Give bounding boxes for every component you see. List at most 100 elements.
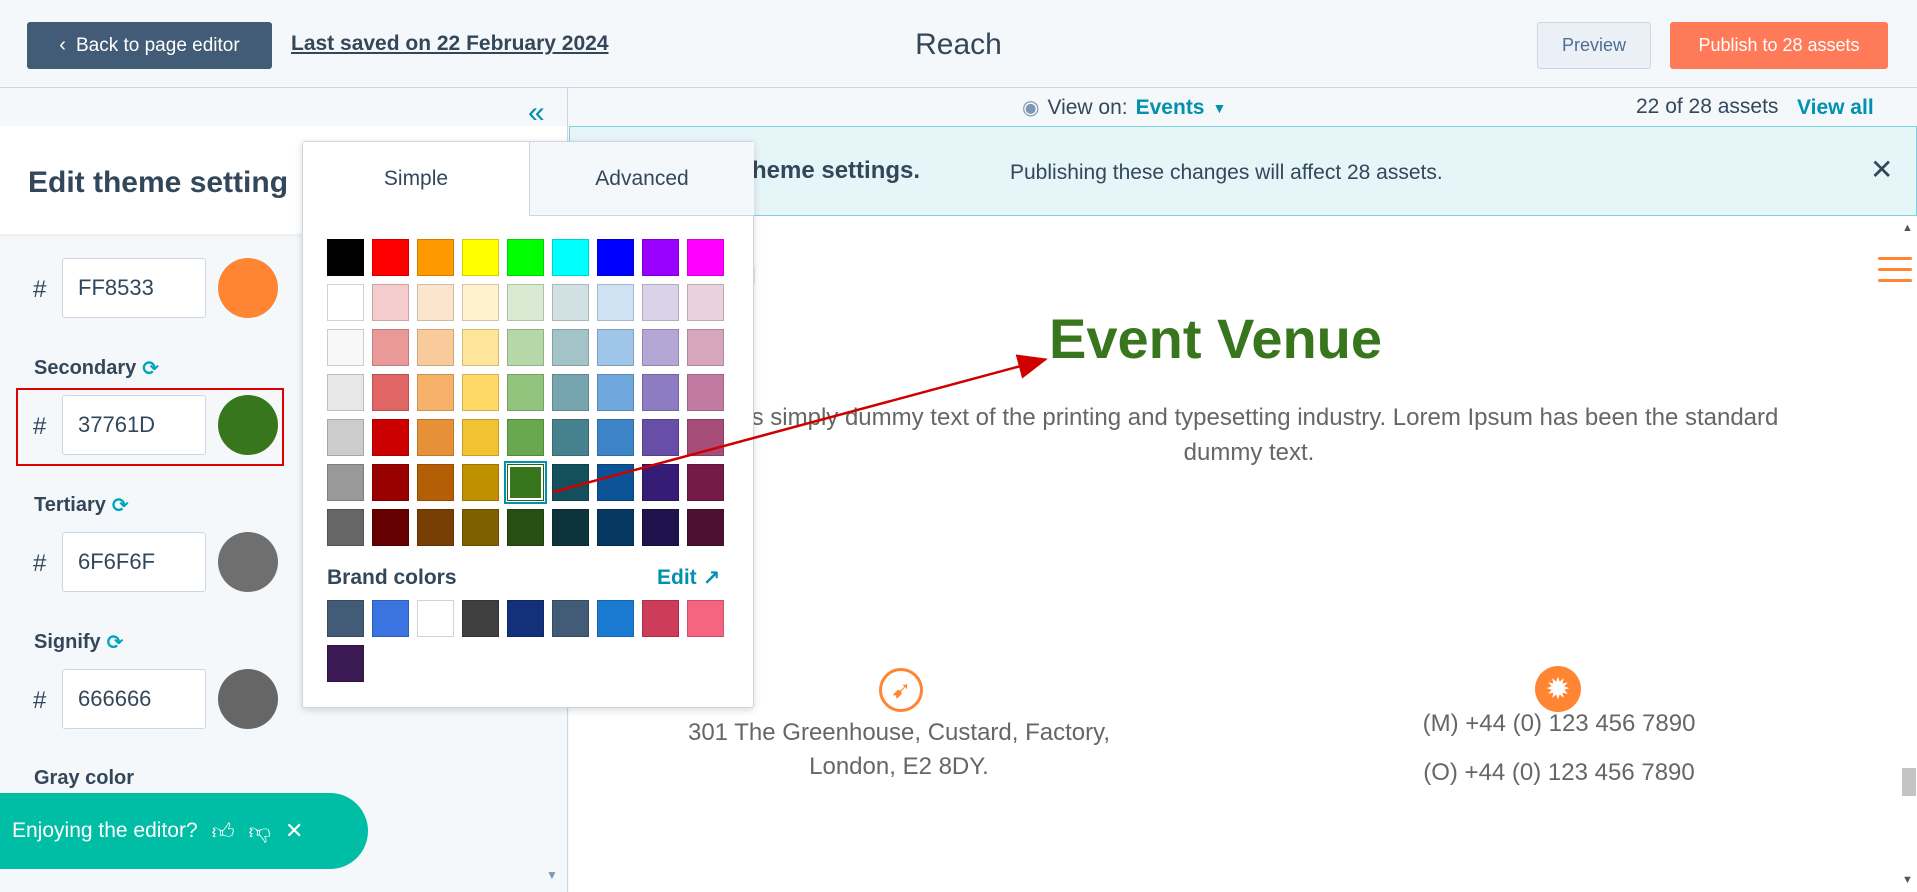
signify-color-swatch[interactable] <box>218 669 278 729</box>
palette-swatch[interactable] <box>417 509 454 546</box>
scroll-down-arrow-icon[interactable]: ▼ <box>1902 874 1913 886</box>
scrollbar-thumb[interactable] <box>1902 768 1916 796</box>
palette-swatch[interactable] <box>327 509 364 546</box>
palette-swatch[interactable] <box>462 284 499 321</box>
collapse-panel-icon[interactable]: « <box>528 96 545 130</box>
palette-swatch[interactable] <box>642 239 679 276</box>
palette-swatch[interactable] <box>687 239 724 276</box>
palette-swatch[interactable] <box>507 284 544 321</box>
palette-swatch[interactable] <box>417 374 454 411</box>
palette-swatch[interactable] <box>507 509 544 546</box>
palette-swatch[interactable] <box>597 239 634 276</box>
palette-swatch[interactable] <box>687 329 724 366</box>
tertiary-hex-input[interactable]: 6F6F6F <box>62 532 206 592</box>
palette-swatch[interactable] <box>687 374 724 411</box>
palette-swatch[interactable] <box>327 284 364 321</box>
palette-swatch[interactable] <box>687 284 724 321</box>
palette-swatch[interactable] <box>552 419 589 456</box>
palette-swatch[interactable] <box>642 374 679 411</box>
brand-color-swatch[interactable] <box>327 600 364 637</box>
palette-swatch[interactable] <box>597 419 634 456</box>
palette-swatch[interactable] <box>327 239 364 276</box>
palette-swatch[interactable] <box>507 329 544 366</box>
tab-simple[interactable]: Simple <box>303 142 529 216</box>
view-on-dropdown[interactable]: ◉ View on: Events ▼ <box>1022 95 1226 120</box>
palette-swatch[interactable] <box>597 374 634 411</box>
palette-swatch[interactable] <box>417 329 454 366</box>
thumbs-up-icon[interactable]: 👍︎ <box>212 818 235 845</box>
scroll-up-arrow-icon[interactable]: ▲ <box>1902 222 1913 234</box>
palette-swatch[interactable] <box>417 239 454 276</box>
palette-swatch[interactable] <box>504 461 547 504</box>
palette-swatch[interactable] <box>552 509 589 546</box>
brand-color-swatch[interactable] <box>687 600 724 637</box>
palette-swatch[interactable] <box>597 464 634 501</box>
signify-hex-input[interactable]: 666666 <box>62 669 206 729</box>
palette-swatch[interactable] <box>372 509 409 546</box>
palette-swatch[interactable] <box>417 464 454 501</box>
palette-swatch[interactable] <box>642 284 679 321</box>
palette-swatch[interactable] <box>327 329 364 366</box>
palette-swatch[interactable] <box>597 509 634 546</box>
palette-swatch[interactable] <box>372 284 409 321</box>
brand-color-swatch[interactable] <box>507 600 544 637</box>
close-icon[interactable]: ✕ <box>285 818 303 844</box>
palette-swatch[interactable] <box>687 509 724 546</box>
palette-swatch[interactable] <box>417 419 454 456</box>
back-to-page-editor-button[interactable]: ‹ Back to page editor <box>27 22 272 69</box>
palette-swatch[interactable] <box>552 464 589 501</box>
palette-swatch[interactable] <box>552 239 589 276</box>
palette-swatch[interactable] <box>372 329 409 366</box>
palette-swatch[interactable] <box>462 419 499 456</box>
palette-swatch[interactable] <box>462 239 499 276</box>
brand-color-swatch[interactable] <box>462 600 499 637</box>
palette-swatch[interactable] <box>552 284 589 321</box>
palette-swatch[interactable] <box>372 239 409 276</box>
primary-hex-input[interactable]: FF8533 <box>62 258 206 318</box>
brand-color-swatch[interactable] <box>597 600 634 637</box>
palette-swatch[interactable] <box>372 464 409 501</box>
tertiary-color-swatch[interactable] <box>218 532 278 592</box>
reset-icon[interactable]: ⟳ <box>112 493 129 518</box>
palette-swatch[interactable] <box>507 419 544 456</box>
palette-swatch[interactable] <box>327 374 364 411</box>
palette-swatch[interactable] <box>552 329 589 366</box>
palette-swatch[interactable] <box>462 509 499 546</box>
thumbs-down-icon[interactable]: 👎︎ <box>249 818 271 845</box>
brand-colors-edit-link[interactable]: Edit ↗ <box>657 566 720 591</box>
palette-swatch[interactable] <box>507 374 544 411</box>
scroll-down-arrow-icon[interactable]: ▼ <box>546 868 558 882</box>
palette-swatch[interactable] <box>597 329 634 366</box>
brand-color-swatch[interactable] <box>327 645 364 682</box>
palette-swatch[interactable] <box>327 464 364 501</box>
palette-swatch[interactable] <box>507 239 544 276</box>
palette-swatch[interactable] <box>462 374 499 411</box>
palette-swatch[interactable] <box>417 284 454 321</box>
palette-swatch[interactable] <box>687 464 724 501</box>
palette-swatch[interactable] <box>642 419 679 456</box>
last-saved-link[interactable]: Last saved on 22 February 2024 <box>291 32 609 56</box>
brand-color-swatch[interactable] <box>642 600 679 637</box>
preview-scrollbar[interactable]: ▲ ▼ <box>1897 222 1917 892</box>
palette-swatch[interactable] <box>372 374 409 411</box>
close-icon[interactable]: ✕ <box>1870 153 1893 186</box>
primary-color-swatch[interactable] <box>218 258 278 318</box>
brand-color-swatch[interactable] <box>417 600 454 637</box>
palette-swatch[interactable] <box>642 329 679 366</box>
palette-swatch[interactable] <box>462 464 499 501</box>
palette-swatch[interactable] <box>687 419 724 456</box>
palette-swatch[interactable] <box>552 374 589 411</box>
brand-color-swatch[interactable] <box>552 600 589 637</box>
reset-icon[interactable]: ⟳ <box>142 356 159 381</box>
palette-swatch[interactable] <box>642 509 679 546</box>
palette-swatch[interactable] <box>327 419 364 456</box>
reset-icon[interactable]: ⟳ <box>107 630 124 655</box>
publish-button[interactable]: Publish to 28 assets <box>1670 22 1888 69</box>
palette-swatch[interactable] <box>462 329 499 366</box>
view-all-link[interactable]: View all <box>1797 96 1874 120</box>
brand-color-swatch[interactable] <box>372 600 409 637</box>
palette-swatch[interactable] <box>642 464 679 501</box>
tab-advanced[interactable]: Advanced <box>529 142 754 216</box>
preview-button[interactable]: Preview <box>1537 22 1651 69</box>
palette-swatch[interactable] <box>597 284 634 321</box>
